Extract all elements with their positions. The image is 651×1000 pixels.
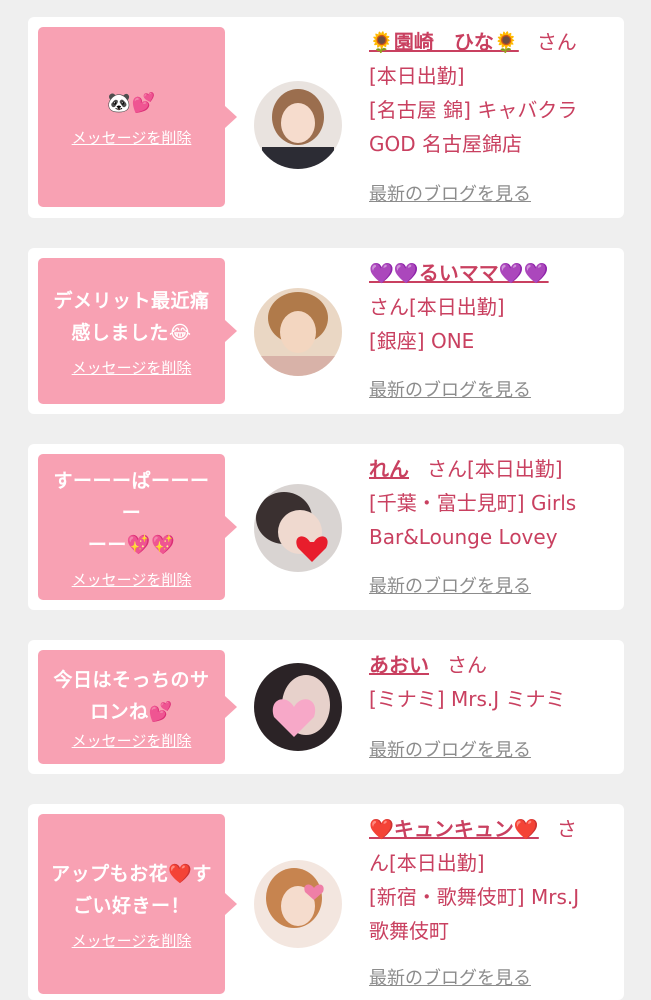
- avatar[interactable]: [254, 663, 342, 751]
- avatar[interactable]: [254, 288, 342, 376]
- message-text: すーーーぱーーーー ーー💖💖: [53, 469, 210, 556]
- profile-info: ❤️キュンキュン❤️ さ ん[本日出勤] [新宿・歌舞伎町] Mrs.J 歌舞伎町: [369, 817, 580, 943]
- blog-link[interactable]: 最新のブログを見る: [369, 964, 531, 990]
- message-text: アップもお花❤️す ごい好きー！: [51, 862, 212, 917]
- message-card: 今日はそっちのサ ロンね💕 メッセージを削除 あおい さん [ミナミ] Mrs.J…: [28, 640, 624, 774]
- blog-link[interactable]: 最新のブログを見る: [369, 180, 531, 206]
- message-card: 🐼💕 メッセージを削除 🌻園崎 ひな🌻 さん [本日出勤] [名古屋 錦] キャバ…: [28, 17, 624, 218]
- blog-link[interactable]: 最新のブログを見る: [369, 376, 531, 402]
- delete-message-link[interactable]: メッセージを削除: [72, 569, 192, 590]
- delete-message-link[interactable]: メッセージを削除: [72, 730, 192, 751]
- message-text: 今日はそっちのサ ロンね💕: [53, 668, 210, 723]
- profile-name-link[interactable]: あおい: [369, 653, 429, 677]
- profile-name-link[interactable]: れん: [369, 457, 409, 481]
- profile-info: れん さん[本日出勤] [千葉・富士見町] Girls Bar&Lounge Lo…: [369, 457, 577, 549]
- message-bubble: すーーーぱーーーー ーー💖💖 メッセージを削除: [38, 454, 237, 600]
- profile-info: 🌻園崎 ひな🌻 さん [本日出勤] [名古屋 錦] キャバクラ GOD 名古屋錦店: [369, 30, 578, 156]
- profile-name-link[interactable]: 💜💜るいママ💜💜: [369, 261, 549, 285]
- delete-message-link[interactable]: メッセージを削除: [72, 127, 192, 148]
- profile-info: あおい さん [ミナミ] Mrs.J ミナミ: [369, 653, 566, 711]
- message-text: デメリット最近痛 感しました😂: [53, 289, 210, 344]
- blog-link[interactable]: 最新のブログを見る: [369, 736, 531, 762]
- profile-name-link[interactable]: 🌻園崎 ひな🌻: [369, 30, 519, 54]
- delete-message-link[interactable]: メッセージを削除: [72, 930, 192, 951]
- profile-info: 💜💜るいママ💜💜 さん[本日出勤] [銀座] ONE: [369, 261, 549, 353]
- message-text: 🐼💕: [107, 91, 156, 114]
- message-bubble: アップもお花❤️す ごい好きー！ メッセージを削除: [38, 814, 237, 994]
- message-card: すーーーぱーーーー ーー💖💖 メッセージを削除 れん さん[本日出勤] [千葉・富…: [28, 444, 624, 610]
- message-card: デメリット最近痛 感しました😂 メッセージを削除 💜💜るいママ💜💜 さん[本日出…: [28, 248, 624, 414]
- avatar[interactable]: [254, 484, 342, 572]
- delete-message-link[interactable]: メッセージを削除: [72, 357, 192, 378]
- message-card: アップもお花❤️す ごい好きー！ メッセージを削除 ❤️キュンキュン❤️ さ ん[…: [28, 804, 624, 1000]
- blog-link[interactable]: 最新のブログを見る: [369, 572, 531, 598]
- avatar[interactable]: [254, 860, 342, 948]
- profile-name-link[interactable]: ❤️キュンキュン❤️: [369, 817, 539, 841]
- message-bubble: 今日はそっちのサ ロンね💕 メッセージを削除: [38, 650, 237, 764]
- avatar[interactable]: [254, 81, 342, 169]
- message-bubble: 🐼💕 メッセージを削除: [38, 27, 237, 207]
- message-list: 🐼💕 メッセージを削除 🌻園崎 ひな🌻 さん [本日出勤] [名古屋 錦] キャバ…: [0, 0, 651, 1000]
- message-bubble: デメリット最近痛 感しました😂 メッセージを削除: [38, 258, 237, 404]
